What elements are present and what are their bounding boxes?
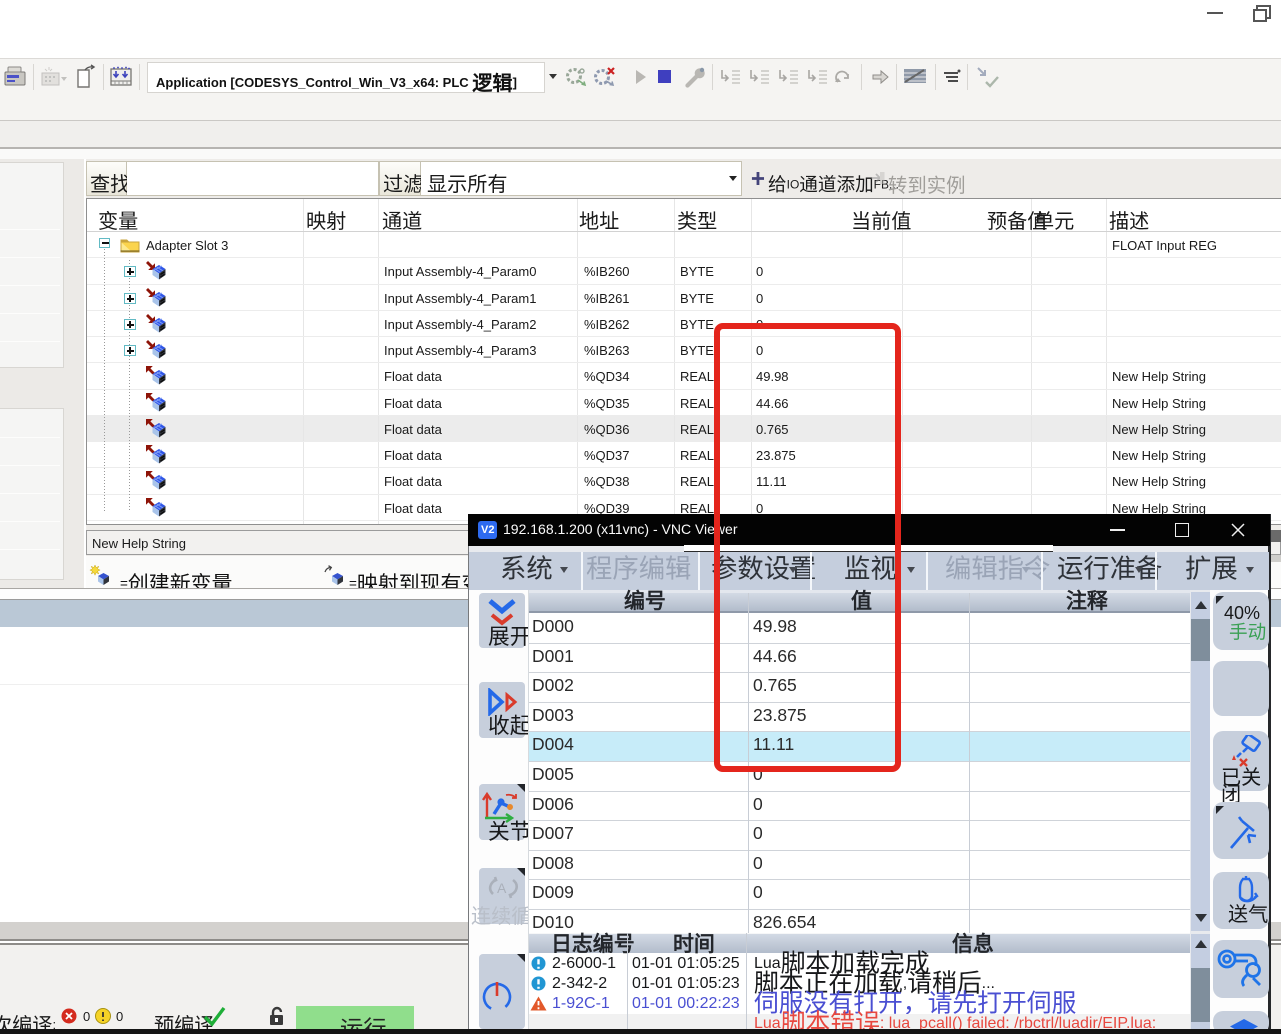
svg-text:A: A (497, 880, 507, 896)
